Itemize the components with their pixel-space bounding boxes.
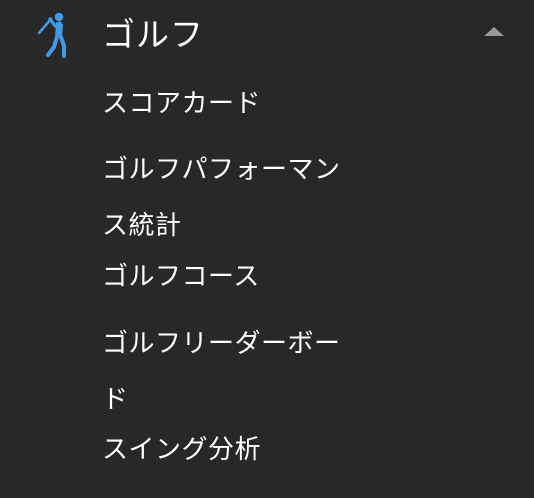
section-title: ゴルフ <box>102 15 204 54</box>
golf-section-header[interactable]: ゴルフ <box>0 0 534 72</box>
menu-item-golf-courses[interactable]: ゴルフコース <box>102 249 362 305</box>
menu-item-swing-analysis[interactable]: スイング分析 <box>102 422 362 478</box>
menu-item-golf-leaderboard[interactable]: ゴルフリーダーボード <box>102 316 362 428</box>
menu-item-scorecard[interactable]: スコアカード <box>102 76 362 132</box>
golfer-icon <box>37 12 66 58</box>
menu-item-golf-performance-stats[interactable]: ゴルフパフォーマンス統計 <box>102 142 362 254</box>
chevron-up-icon[interactable] <box>480 22 508 42</box>
golf-menu: ゴルフ スコアカード ゴルフパフォーマンス統計 ゴルフコース ゴルフリーダーボー… <box>0 0 534 498</box>
